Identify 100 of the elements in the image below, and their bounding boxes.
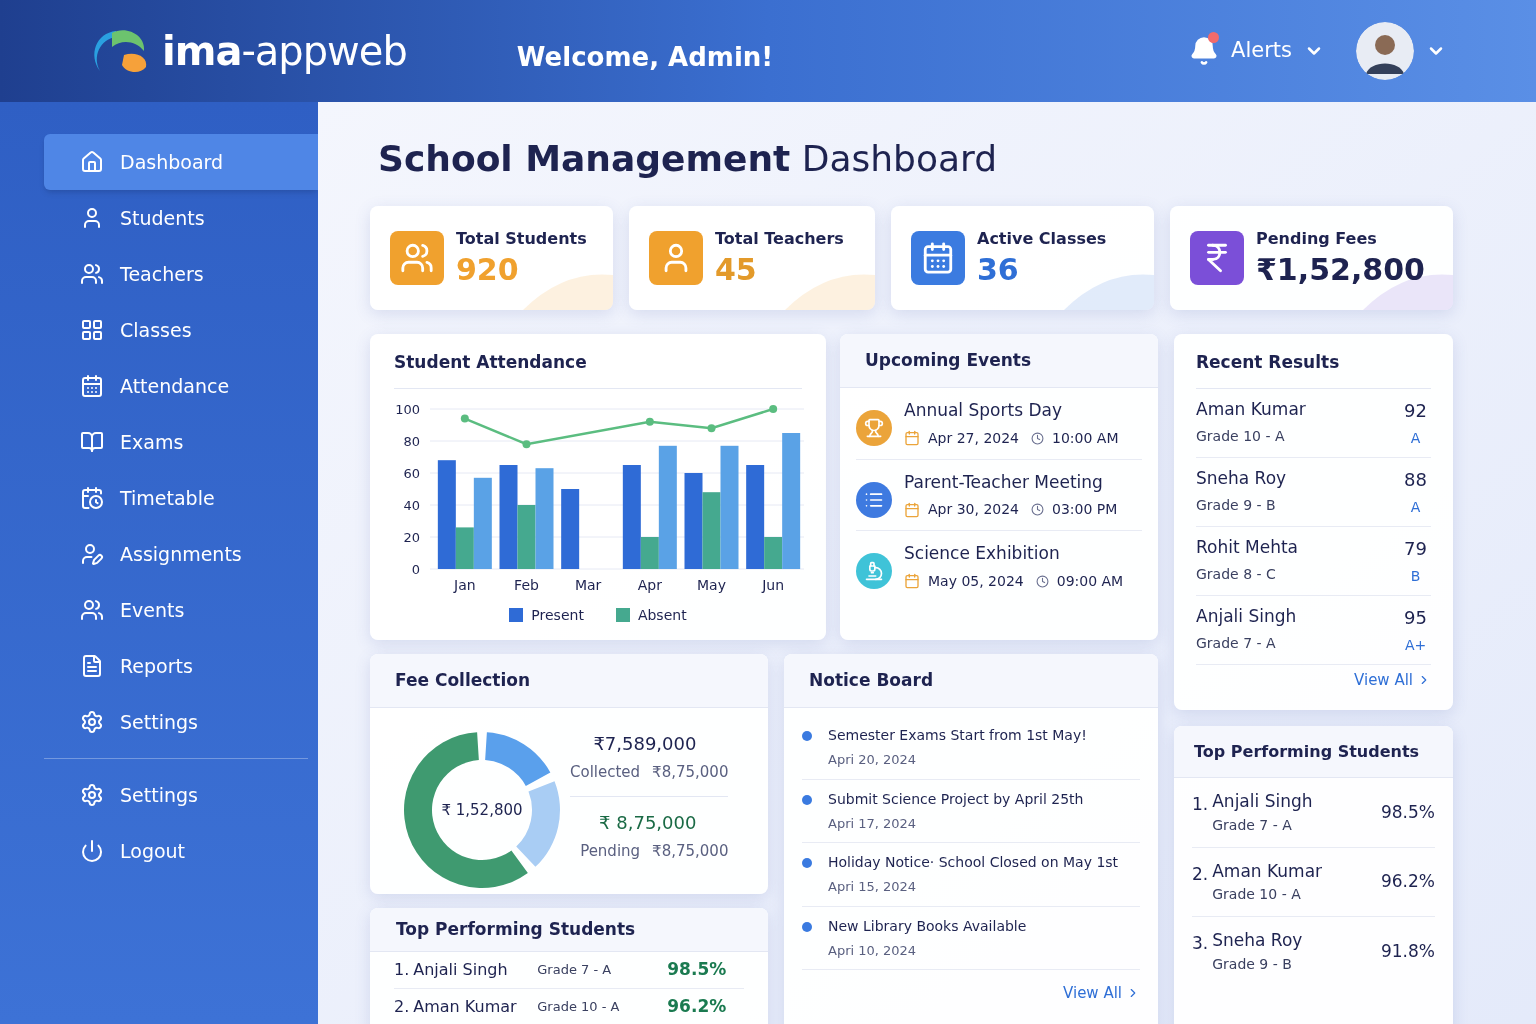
y-axis-tick: 60 [403,465,420,481]
student-name: Anjali Singh [413,959,509,981]
house-icon [80,150,104,174]
notice-title: Holiday Notice· School Closed on May 1st [828,853,1119,872]
student-name: Aman Kumar [413,996,518,1018]
view-all-link[interactable]: View All [1063,982,1140,1005]
sidebar-item[interactable]: Attendance [44,358,318,414]
card-title: Top Performing Students [1194,740,1420,763]
card-title: Upcoming Events [865,348,1032,372]
event-time: 03:00 PM [1052,500,1118,519]
student-grade: Grade 8 - C [1196,565,1277,584]
calendar-icon [904,501,920,518]
users-icon [80,598,104,622]
y-axis-tick: 40 [403,497,420,513]
rank-number: 2. [394,996,410,1018]
welcome-text: Welcome, Admin! [516,40,774,74]
power-icon [80,839,104,863]
card-title: Top Performing Students [396,917,636,941]
sidebar-item[interactable]: Reports [44,638,318,694]
calendar-clock-icon [80,486,104,510]
sidebar-item[interactable]: Students [44,190,318,246]
student-percent: 91.8% [1381,939,1435,963]
avatar[interactable] [1356,22,1414,80]
student-name: Sneha Roy [1196,466,1287,490]
clock-icon [1035,574,1049,588]
letter-grade: A [1410,497,1421,517]
settings-icon [80,710,104,734]
users-icon [400,241,434,275]
student-grade: Grade 10 - A [537,998,621,1017]
sidebar-item[interactable]: Exams [44,414,318,470]
student-name: Aman Kumar [1196,397,1306,421]
microscope-icon [864,561,884,581]
page-title: School Management Dashboard [378,137,998,181]
student-grade: Grade 9 - B [1196,496,1277,515]
sidebar-item[interactable]: Settings [44,694,318,750]
stat-value: ₹1,52,800 [1256,251,1425,289]
event-time: 09:00 AM [1056,571,1124,591]
stat-value: 45 [715,251,758,289]
collected-amount: ₹7,589,000 [593,732,697,756]
logo-text: ima-appweb [162,27,407,76]
trend-point [645,417,654,426]
stat-label: Total Students [456,228,587,251]
rank-number: 3. [1192,932,1209,955]
alerts-dropdown[interactable]: Alerts [1231,35,1324,67]
event-date: Apr 27, 2024 [928,428,1019,448]
y-axis-tick: 80 [403,433,420,449]
user-pen-icon [80,542,104,566]
clock-icon [1031,503,1044,516]
student-grade: Grade 9 - B [1212,954,1293,974]
student-grade: Grade 7 - A [1212,815,1293,835]
trend-point [460,414,469,423]
sidebar-item[interactable]: Events [44,582,318,638]
stat-label: Active Classes [977,228,1107,251]
rank-number: 1. [394,959,410,981]
event-title: Parent-Teacher Meeting [904,470,1104,494]
view-all-link[interactable]: View All [1354,668,1431,691]
sidebar-item[interactable]: Classes [44,302,318,358]
collected-label: Collected [570,762,641,783]
collected-total: ₹8,75,000 [652,762,729,783]
notice-title: Submit Science Project by April 25th [828,789,1084,809]
student-grade: Grade 7 - A [537,961,613,980]
pending-amount: ₹ 8,75,000 [599,810,697,835]
sidebar-item[interactable]: Logout [44,823,318,879]
stat-value: 920 [456,251,520,289]
y-axis-tick: 20 [403,529,420,545]
sidebar-item[interactable]: Teachers [44,246,318,302]
document-icon [80,654,104,678]
book-icon [80,430,104,454]
trophy-icon [864,418,884,438]
student-name: Rohit Mehta [1196,535,1298,559]
event-time: 10:00 AM [1052,428,1119,448]
letter-grade: A [1410,428,1421,448]
card-title: Recent Results [1196,350,1431,389]
score: 95 [1404,605,1427,630]
donut-center-value: ₹ 1,52,800 [441,799,523,821]
x-axis-label: May [697,576,726,593]
y-axis-tick: 100 [395,401,420,417]
student-name: Sneha Roy [1212,929,1303,952]
event-date: Apr 30, 2024 [928,500,1019,519]
notice-date: Apri 10, 2024 [828,941,918,960]
clock-icon [1031,431,1044,445]
legend-label: Absent [637,605,687,625]
pending-total: ₹8,75,000 [652,840,729,862]
notice-date: Apri 20, 2024 [828,751,918,769]
rank-number: 2. [1192,862,1209,886]
student-percent: 98.5% [1381,800,1435,824]
student-name: Anjali Singh [1196,604,1297,628]
card-title: Notice Board [809,668,934,692]
score: 79 [1404,536,1427,561]
sidebar-item[interactable]: Settings [44,767,318,823]
trend-point [707,423,716,432]
legend-label: Present [531,605,584,625]
event-title: Annual Sports Day [904,399,1063,422]
sidebar-item[interactable]: Timetable [44,470,318,526]
sidebar-item[interactable]: Assignments [44,526,318,582]
sidebar-item[interactable]: Dashboard [44,134,318,190]
grid-icon [80,318,104,342]
student-percent: 98.5% [667,958,727,982]
notice-date: Apri 17, 2024 [828,814,918,833]
settings-icon [80,783,104,807]
